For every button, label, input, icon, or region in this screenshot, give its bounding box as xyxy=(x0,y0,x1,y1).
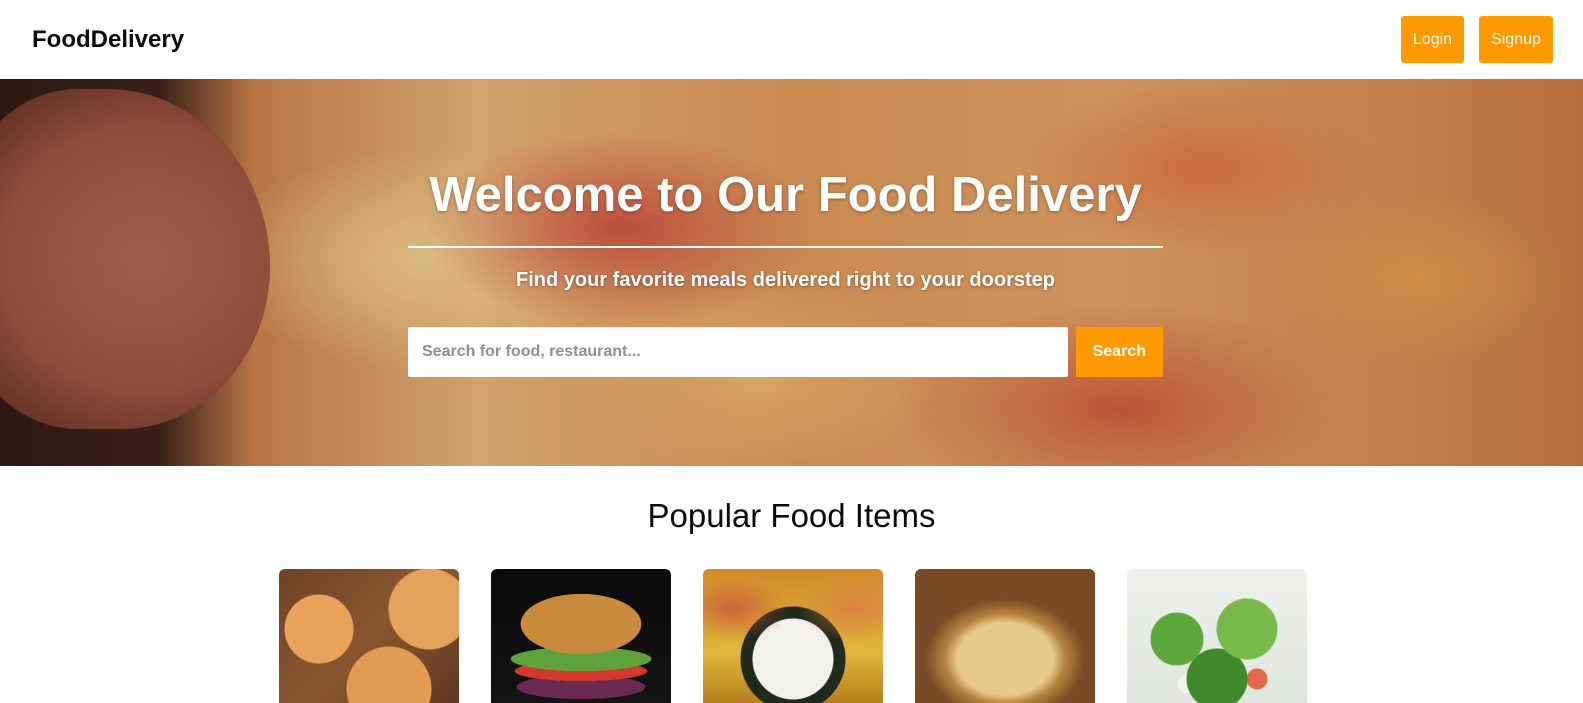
popular-food-list xyxy=(279,569,1307,703)
brand-logo[interactable]: FoodDelivery xyxy=(32,26,184,54)
top-navbar: FoodDelivery Login Signup xyxy=(0,0,1583,79)
search-input[interactable] xyxy=(408,327,1068,377)
pizza-image xyxy=(279,569,459,703)
hero-title: Welcome to Our Food Delivery xyxy=(429,168,1142,222)
pasta-image xyxy=(915,569,1095,703)
auth-buttons: Login Signup xyxy=(1401,16,1553,63)
search-button[interactable]: Search xyxy=(1075,327,1163,377)
food-card-pizza[interactable] xyxy=(279,569,459,703)
signup-button[interactable]: Signup xyxy=(1479,16,1553,63)
food-card-pasta[interactable] xyxy=(915,569,1095,703)
search-bar: Search xyxy=(408,327,1163,377)
food-card-burger[interactable] xyxy=(491,569,671,703)
hero-content: Welcome to Our Food Delivery Find your f… xyxy=(408,158,1163,377)
login-button[interactable]: Login xyxy=(1401,16,1464,63)
hero-divider xyxy=(408,246,1163,248)
food-card-salad[interactable] xyxy=(1127,569,1307,703)
sushi-image xyxy=(703,569,883,703)
food-card-sushi[interactable] xyxy=(703,569,883,703)
hero-banner: Welcome to Our Food Delivery Find your f… xyxy=(0,79,1583,466)
popular-section-title: Popular Food Items xyxy=(647,497,936,534)
burger-image xyxy=(491,569,671,703)
salad-image xyxy=(1127,569,1307,703)
hero-subtitle: Find your favorite meals delivered right… xyxy=(516,269,1055,291)
